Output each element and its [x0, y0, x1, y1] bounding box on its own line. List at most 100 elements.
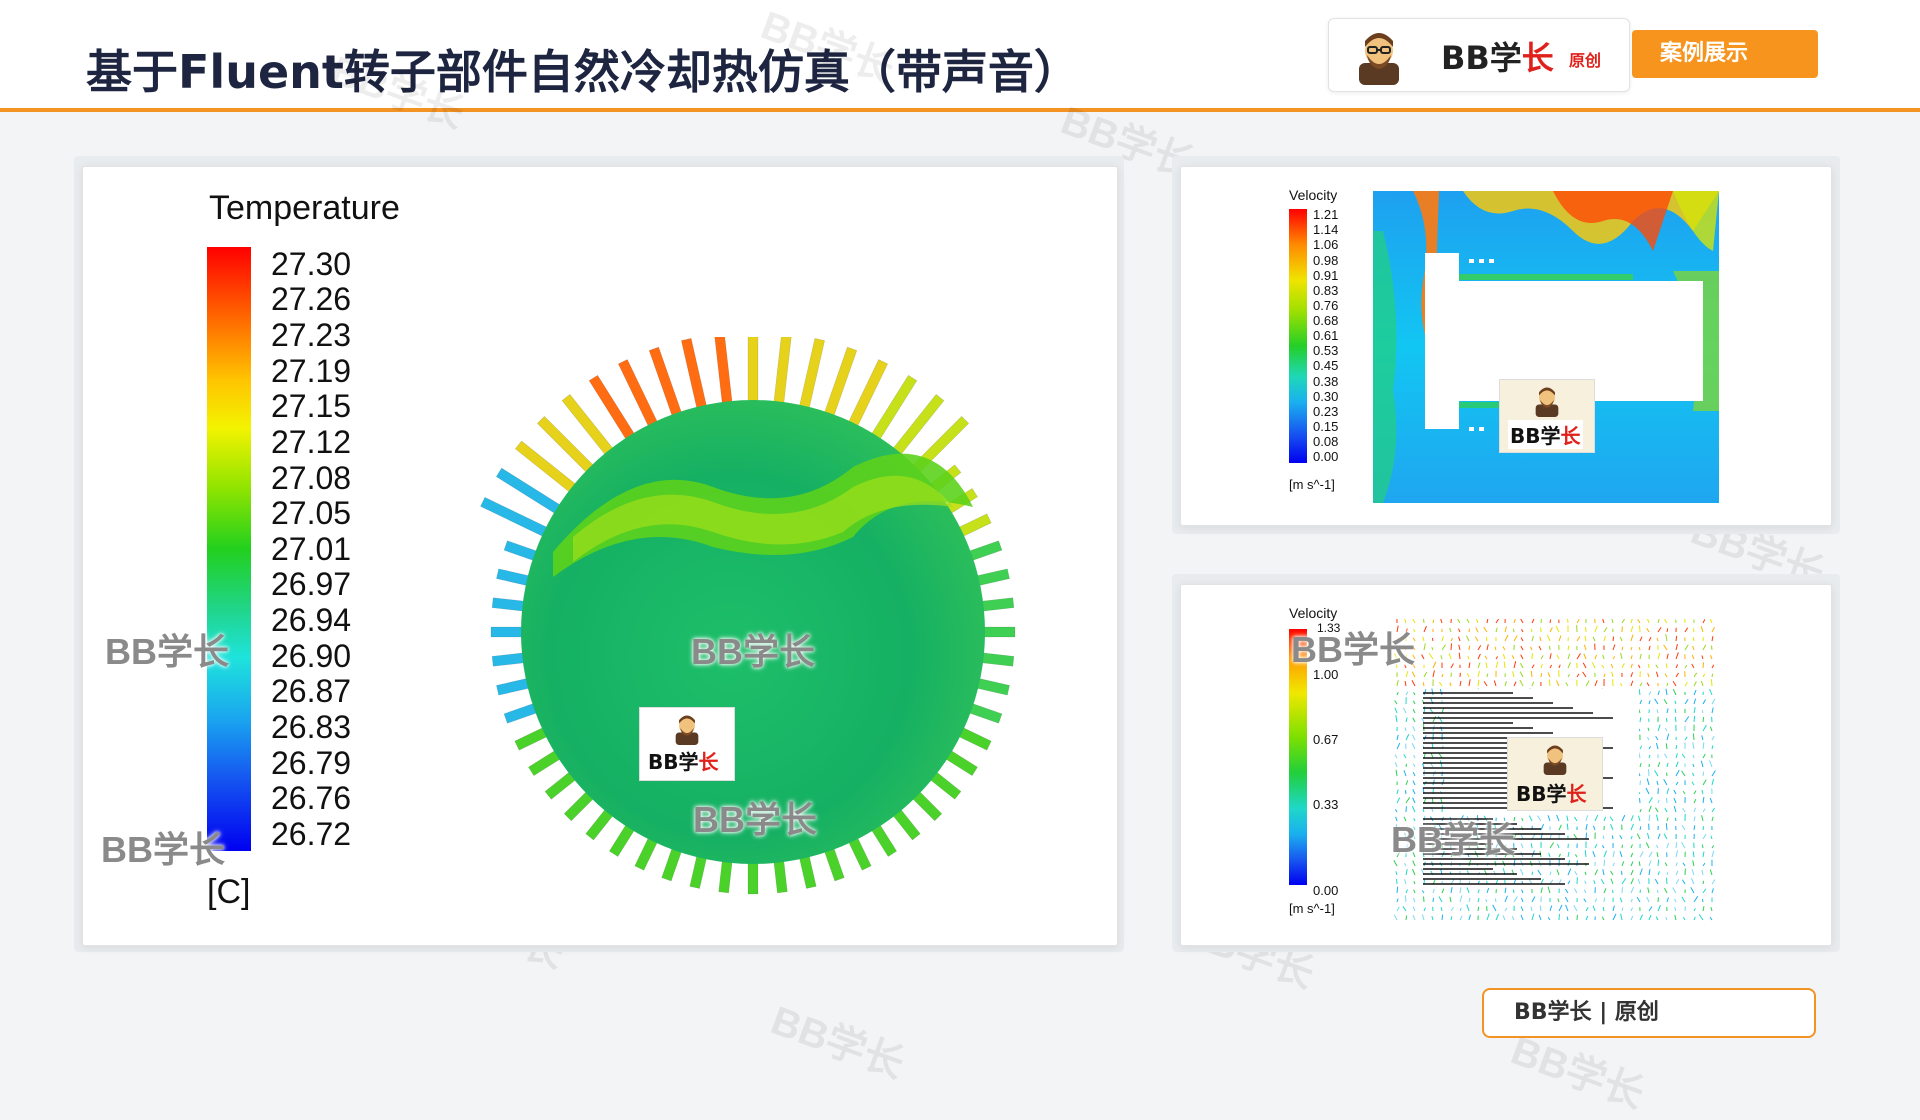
velocity-vector: [1521, 843, 1523, 848]
velocity-vector: [1429, 653, 1433, 659]
velocity-vector: [1438, 716, 1442, 722]
velocity-vector: [1656, 736, 1658, 740]
velocity-vector: [1406, 889, 1408, 893]
velocity-vector: [1657, 709, 1658, 713]
legend-tick-label: 0.33: [1313, 797, 1338, 812]
velocity-vector: [1675, 701, 1676, 704]
velocity-vector: [1649, 755, 1650, 758]
velocity-vector: [1422, 890, 1424, 893]
velocity-vector: [1556, 681, 1559, 686]
velocity-vector: [1673, 681, 1676, 686]
velocity-vector: [1396, 715, 1397, 722]
velocity-vector: [1640, 683, 1642, 686]
velocity-vector: [1657, 815, 1658, 821]
velocity-vector: [1440, 619, 1442, 623]
velocity-vector: [1531, 907, 1532, 911]
velocity-vector: [1658, 619, 1659, 623]
velocity-vector: [1476, 628, 1478, 632]
velocity-vector: [1584, 899, 1586, 902]
velocity-vector: [1667, 843, 1669, 848]
velocity-vector: [1424, 626, 1426, 632]
velocity-vector: [1682, 825, 1685, 830]
legend-tick-label: 27.19: [271, 353, 351, 390]
velocity-vector: [1595, 655, 1597, 659]
velocity-vector: [1676, 770, 1679, 776]
legend-tick-label: 26.87: [271, 673, 351, 710]
velocity-vector: [1666, 718, 1667, 722]
velocity-vector: [1541, 879, 1543, 884]
velocity-vector: [1611, 878, 1613, 884]
velocity-vector: [1493, 905, 1496, 911]
velocity-vector: [1584, 890, 1586, 893]
velocity-vector: [1594, 880, 1595, 884]
velocity-vector: [1664, 699, 1667, 704]
velocity-vector: [1646, 842, 1649, 848]
velocity-vector: [1395, 762, 1397, 767]
velocity-vector: [1667, 683, 1668, 686]
velocity-vector: [1703, 674, 1705, 677]
vector-legend-title: Velocity: [1289, 605, 1337, 621]
velocity-vector: [1647, 619, 1649, 623]
avatar-icon: [670, 710, 704, 746]
velocity-vector: [1603, 907, 1604, 911]
velocity-vector: [1514, 682, 1516, 686]
velocity-vector: [1532, 665, 1534, 668]
velocity-vector: [1442, 645, 1446, 650]
velocity-vector: [1496, 662, 1498, 668]
velocity-vector: [1595, 815, 1598, 821]
velocity-vector: [1414, 890, 1415, 893]
velocity-vector: [1693, 764, 1694, 767]
velocity-vector: [1503, 915, 1505, 920]
avatar-icon: [1538, 740, 1572, 776]
legend-tick-label: 26.76: [271, 780, 351, 817]
legend-tick-label: 0.83: [1313, 283, 1338, 298]
velocity-vector: [1521, 629, 1523, 632]
velocity-vector: [1412, 735, 1415, 740]
velocity-vector: [1694, 681, 1696, 686]
velocity-vector: [1422, 655, 1424, 659]
temperature-unit: [C]: [207, 873, 250, 912]
velocity-vector: [1675, 907, 1676, 911]
velocity-vector: [1413, 907, 1415, 911]
velocity-vector: [1703, 881, 1704, 884]
velocity-vector: [1413, 701, 1415, 704]
velocity-vector: [1640, 717, 1641, 722]
velocity-vector: [1683, 863, 1685, 866]
velocity-vector: [1621, 683, 1622, 686]
velocity-vector: [1712, 845, 1714, 848]
legend-tick-label: 0.00: [1313, 449, 1338, 464]
velocity-vector: [1611, 871, 1613, 875]
watermark-label: BB学长: [105, 623, 229, 675]
velocity-vector: [1395, 755, 1397, 758]
legend-tick-label: 0.68: [1313, 313, 1338, 328]
velocity-vector: [1658, 724, 1660, 731]
velocity-vector: [1621, 653, 1622, 659]
case-showcase-button[interactable]: 案例展示: [1632, 30, 1818, 78]
velocity-vector: [1567, 917, 1568, 920]
velocity-vector: [1664, 645, 1667, 650]
velocity-vector: [1692, 869, 1694, 875]
velocity-vector: [1622, 908, 1623, 911]
velocity-vector: [1432, 689, 1433, 695]
velocity-vector: [1702, 815, 1703, 821]
velocity-vector: [1459, 637, 1460, 641]
velocity-vector: [1640, 826, 1641, 830]
velocity-vector: [1676, 850, 1678, 857]
velocity-vector: [1532, 914, 1534, 920]
legend-tick-label: 27.15: [271, 388, 351, 425]
velocity-vector: [1396, 770, 1397, 776]
velocity-vector: [1513, 890, 1514, 893]
velocity-vector: [1676, 842, 1677, 848]
velocity-vector: [1451, 887, 1452, 893]
velocity-vector: [1656, 917, 1658, 920]
velocity-vector: [1413, 772, 1415, 776]
velocity-vector: [1692, 664, 1694, 668]
velocity-vector: [1640, 851, 1643, 857]
velocity-vector: [1532, 636, 1533, 641]
velocity-vector: [1611, 619, 1613, 623]
velocity-vector: [1583, 672, 1586, 677]
velocity-vector: [1422, 763, 1424, 767]
velocity-vector: [1451, 907, 1454, 911]
velocity-vector: [1639, 689, 1640, 695]
velocity-vector: [1405, 790, 1406, 794]
